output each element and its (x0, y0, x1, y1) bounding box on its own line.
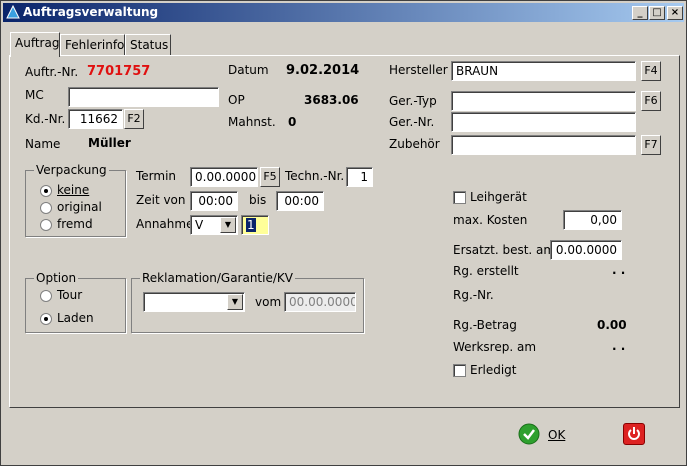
kd-nr-lookup-button[interactable]: F2 (124, 109, 144, 129)
techn-nr-input[interactable]: 1 (346, 167, 373, 187)
leihgeraet-checkbox[interactable] (453, 191, 466, 204)
exit-button[interactable] (623, 423, 645, 445)
termin-calendar-button[interactable]: F5 (260, 167, 280, 187)
tab-auftrag[interactable]: Auftrag (10, 32, 60, 57)
radio-fremd[interactable] (40, 219, 52, 231)
op-label: OP (228, 93, 245, 107)
radio-fremd-label: fremd (57, 217, 93, 231)
datum-value: 9.02.2014 (286, 63, 360, 78)
tab-status[interactable]: Status (125, 34, 171, 56)
erledigt-checkbox[interactable] (453, 364, 466, 377)
ger-typ-lookup-button[interactable]: F6 (641, 91, 661, 111)
reklamation-select[interactable]: ▼ (143, 292, 245, 312)
rg-erstellt-label: Rg. erstellt (453, 264, 519, 278)
ger-typ-input[interactable] (451, 91, 636, 111)
mc-label: MC (25, 88, 44, 102)
zubehoer-label: Zubehör (389, 137, 440, 151)
mc-input[interactable] (68, 87, 219, 107)
ersatzt-input[interactable]: 0.00.0000 (550, 240, 622, 260)
radio-tour-label: Tour (57, 288, 83, 302)
hersteller-label: Hersteller (389, 63, 448, 77)
auftr-nr-label: Auftr.-Nr. (25, 65, 79, 79)
radio-laden-label: Laden (57, 311, 94, 325)
verpackung-title: Verpackung (34, 163, 109, 177)
annahme-extra-value: 1 (246, 218, 256, 232)
check-icon (518, 423, 540, 445)
application-window: Auftragsverwaltung _ □ × Auftrag Fehleri… (0, 0, 687, 466)
zubehoer-lookup-button[interactable]: F7 (641, 135, 661, 155)
option-title: Option (34, 271, 79, 285)
zubehoer-input[interactable] (451, 135, 636, 155)
annahme-label: Annahme (136, 217, 194, 231)
hersteller-input[interactable]: BRAUN (451, 61, 636, 81)
title-bar: Auftragsverwaltung _ □ × (3, 3, 684, 22)
ger-nr-label: Ger.-Nr. (389, 115, 435, 129)
rg-betrag-value: 0.00 (597, 318, 627, 332)
reklamation-title: Reklamation/Garantie/KV (140, 271, 295, 285)
ok-button[interactable]: OK (518, 423, 578, 447)
zeit-bis-input[interactable]: 00:00 (276, 191, 324, 211)
werksrep-value: . . (612, 339, 626, 353)
ok-label: OK (548, 428, 566, 442)
name-label: Name (25, 137, 61, 151)
werksrep-label: Werksrep. am (453, 340, 537, 354)
name-value: Müller (88, 136, 131, 150)
max-kosten-label: max. Kosten (453, 213, 528, 227)
annahme-select-value: V (195, 218, 204, 232)
vom-input[interactable]: 00.00.0000 (284, 292, 356, 312)
zeit-von-label: Zeit von (136, 193, 186, 207)
erledigt-label: Erledigt (470, 363, 517, 377)
max-kosten-input[interactable]: 0,00 (563, 210, 622, 230)
radio-tour[interactable] (40, 290, 52, 302)
chevron-down-icon[interactable]: ▼ (227, 294, 243, 310)
close-button[interactable]: × (667, 6, 683, 20)
auftr-nr-value: 7701757 (87, 64, 151, 79)
bis-label: bis (249, 193, 267, 207)
ger-typ-label: Ger.-Typ (389, 94, 437, 108)
ersatzt-label: Ersatzt. best. am (453, 243, 556, 257)
mahnst-value: 0 (288, 115, 297, 129)
hersteller-lookup-button[interactable]: F4 (641, 61, 661, 81)
app-icon (6, 5, 20, 19)
ger-nr-input[interactable] (451, 112, 636, 132)
radio-keine-label: keine (57, 183, 90, 197)
annahme-extra-input[interactable]: 1 (241, 215, 269, 235)
kd-nr-label: Kd.-Nr. (25, 112, 66, 126)
mahnst-label: Mahnst. (228, 115, 276, 129)
rg-betrag-label: Rg.-Betrag (453, 318, 517, 332)
window-title: Auftragsverwaltung (23, 5, 159, 19)
rg-nr-label: Rg.-Nr. (453, 288, 494, 302)
maximize-button[interactable]: □ (649, 6, 665, 20)
leihgeraet-label: Leihgerät (470, 190, 527, 204)
vom-label: vom (255, 295, 282, 309)
radio-laden[interactable] (40, 313, 52, 325)
rg-erstellt-value: . . (612, 263, 626, 277)
annahme-select[interactable]: V ▼ (190, 215, 238, 235)
chevron-down-icon[interactable]: ▼ (220, 217, 236, 233)
minimize-button[interactable]: _ (632, 6, 648, 20)
zeit-von-input[interactable]: 00:00 (190, 191, 238, 211)
tab-fehlerinfo[interactable]: Fehlerinfo (60, 34, 125, 56)
radio-original-label: original (57, 200, 102, 214)
techn-nr-label: Techn.-Nr. (285, 169, 345, 183)
kd-nr-input[interactable]: 11662 (68, 109, 123, 129)
power-icon (628, 427, 640, 440)
termin-label: Termin (136, 169, 177, 183)
radio-original[interactable] (40, 202, 52, 214)
datum-label: Datum (228, 63, 269, 77)
op-value: 3683.06 (304, 93, 359, 107)
termin-input[interactable]: 0.00.0000 (190, 167, 258, 187)
radio-keine[interactable] (40, 185, 52, 197)
